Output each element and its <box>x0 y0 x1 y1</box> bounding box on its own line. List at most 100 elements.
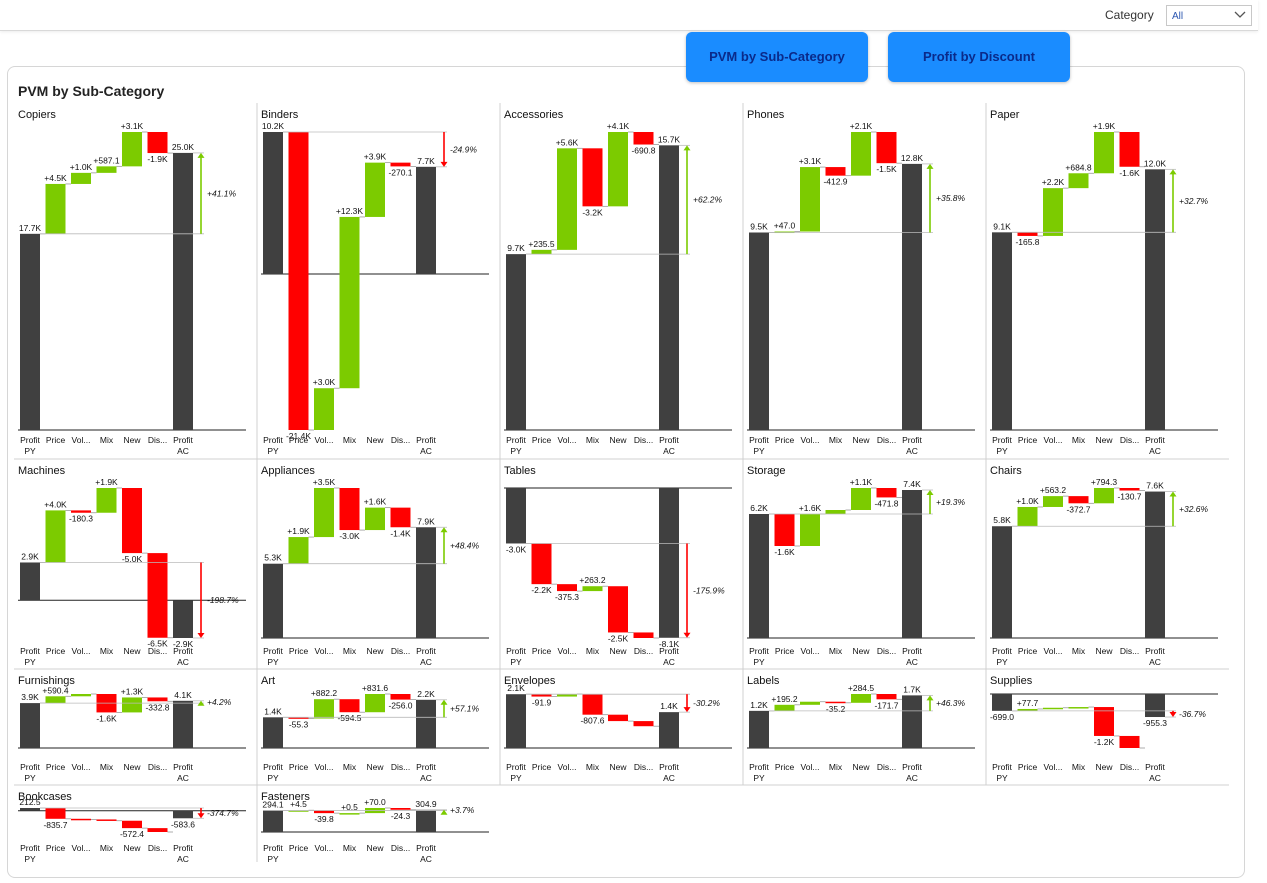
tick-label-bookcases: New <box>123 843 141 853</box>
bar-phones-new <box>851 132 871 176</box>
bar-bookcases-mix <box>96 819 117 821</box>
tick-label-labels: New <box>852 762 870 772</box>
data-label-binders: -270.1 <box>388 167 412 177</box>
tick-label-art: Vol... <box>315 762 334 772</box>
data-label-phones: -412.9 <box>823 177 847 187</box>
bar-machines-profit-ac <box>173 600 193 638</box>
tick-label-paper: Vol... <box>1044 435 1063 445</box>
delta-arrowhead-accessories <box>683 145 691 151</box>
delta-label-paper: +32.7% <box>1179 196 1209 206</box>
tick-label-envelopes: Mix <box>586 762 600 772</box>
tick-label-binders: Profit <box>416 435 436 445</box>
bar-chairs-dis <box>1119 488 1140 491</box>
delta-label-machines: -198.7% <box>207 595 239 605</box>
data-label-appliances: 5.3K <box>264 553 282 563</box>
data-label-chairs: +563.2 <box>1040 485 1067 495</box>
data-label-art: +882.2 <box>311 688 338 698</box>
tick-label-paper: Profit <box>1145 435 1165 445</box>
bar-storage-dis <box>876 488 897 498</box>
bar-accessories-vol <box>557 148 577 250</box>
bar-furnishings-profit-ac <box>173 700 193 748</box>
bar-copiers-mix <box>96 166 117 173</box>
data-label-paper: -165.8 <box>1015 237 1039 247</box>
delta-label-copiers: +41.1% <box>207 188 237 198</box>
data-label-storage: +1.1K <box>850 477 873 487</box>
data-label-accessories: -3.2K <box>582 207 603 217</box>
bar-furnishings-dis <box>147 697 168 702</box>
tick-label-furnishings: PY <box>24 773 36 783</box>
data-label-appliances: 7.9K <box>417 516 435 526</box>
bar-labels-vol <box>800 701 820 705</box>
tick-label-copiers: Price <box>46 435 66 445</box>
delta-arrowhead-storage <box>926 490 934 495</box>
data-label-art: -256.0 <box>388 701 412 711</box>
bar-copiers-new <box>122 132 142 167</box>
chart-title-binders: Binders <box>261 109 299 121</box>
bar-art-new <box>365 694 385 713</box>
data-label-fasteners: 294.1 <box>262 800 284 810</box>
tick-label-paper: AC <box>1149 446 1161 456</box>
bar-binders-profit-py <box>263 132 283 275</box>
bar-storage-profit-ac <box>902 490 922 638</box>
data-label-paper: 9.1K <box>993 221 1011 231</box>
bar-appliances-vol <box>314 488 334 538</box>
bar-phones-vol <box>800 167 820 232</box>
tick-label-appliances: Dis... <box>391 646 410 656</box>
tick-label-furnishings: AC <box>177 773 189 783</box>
bar-paper-dis <box>1119 132 1140 167</box>
bar-art-profit-ac <box>416 699 436 748</box>
chart-title-phones: Phones <box>747 109 785 121</box>
bar-art-dis <box>390 694 411 700</box>
tick-label-bookcases: PY <box>24 854 36 864</box>
chart-title-appliances: Appliances <box>261 465 315 477</box>
tick-label-supplies: New <box>1095 762 1113 772</box>
tick-label-labels: Mix <box>829 762 843 772</box>
tick-label-envelopes: Profit <box>659 762 679 772</box>
bar-appliances-profit-ac <box>416 527 436 638</box>
bar-tables-profit-ac <box>659 488 679 638</box>
bar-chairs-profit-py <box>992 526 1012 638</box>
data-label-furnishings: 3.9K <box>21 692 39 702</box>
bar-art-mix <box>339 699 360 713</box>
bar-bookcases-price <box>45 808 66 819</box>
tick-label-labels: Profit <box>902 762 922 772</box>
delta-label-tables: -175.9% <box>693 586 725 596</box>
chart-title-accessories: Accessories <box>504 109 564 121</box>
bar-bookcases-new <box>122 820 142 829</box>
chart-title-supplies: Supplies <box>990 675 1033 687</box>
tick-label-paper: Dis... <box>1120 435 1139 445</box>
tick-label-supplies: Mix <box>1072 762 1086 772</box>
tick-label-chairs: PY <box>996 657 1008 667</box>
bar-accessories-new <box>608 132 628 207</box>
tick-label-appliances: AC <box>420 657 432 667</box>
data-label-furnishings: +1.3K <box>121 686 144 696</box>
bar-bookcases-profit-ac <box>173 810 193 819</box>
bar-accessories-price <box>531 249 552 255</box>
tick-label-chairs: Mix <box>1072 646 1086 656</box>
delta-arrowhead-tables <box>683 632 691 638</box>
delta-arrowhead-labels <box>926 695 934 701</box>
tick-label-art: New <box>366 762 384 772</box>
waterfall-charts: Copiers17.7KProfitPY+4.5KPrice+1.0KVol..… <box>14 103 1229 864</box>
bar-labels-new <box>851 694 871 703</box>
data-label-fasteners: -39.8 <box>314 814 334 824</box>
tick-label-furnishings: Price <box>46 762 66 772</box>
data-label-machines: +4.0K <box>44 499 67 509</box>
tick-label-accessories: Price <box>532 435 552 445</box>
bar-appliances-new <box>365 507 385 531</box>
tick-label-fasteners: Profit <box>416 843 436 853</box>
tick-label-storage: PY <box>753 657 765 667</box>
tick-label-machines: AC <box>177 657 189 667</box>
bar-binders-vol <box>314 388 334 430</box>
bar-chairs-mix <box>1068 496 1089 504</box>
bar-tables-vol <box>557 584 577 592</box>
bar-accessories-profit-ac <box>659 145 679 431</box>
tick-label-binders: New <box>366 435 384 445</box>
data-label-paper: +684.8 <box>1065 162 1092 172</box>
bar-binders-dis <box>390 162 411 167</box>
data-label-appliances: -3.0K <box>339 531 360 541</box>
data-label-copiers: -1.9K <box>147 154 168 164</box>
delta-arrowhead-chairs <box>1169 491 1177 497</box>
data-label-binders: +12.3K <box>336 206 364 216</box>
data-label-paper: +2.2K <box>1042 177 1065 187</box>
